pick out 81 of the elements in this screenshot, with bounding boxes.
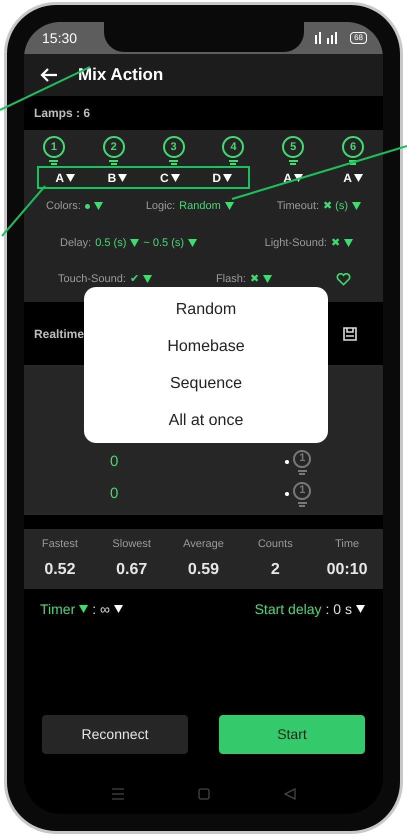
lamp-number: 5: [290, 142, 296, 152]
back-arrow-icon[interactable]: [40, 67, 58, 83]
stat-value: 0.67: [116, 560, 148, 580]
menu-option[interactable]: All at once: [84, 408, 328, 432]
stat-value: 0.59: [188, 560, 220, 580]
stat-label: Counts: [258, 536, 293, 552]
screen-title: Mix Action: [78, 64, 164, 86]
setting-label: Timeout:: [276, 199, 320, 214]
stat-value: 00:10: [326, 560, 368, 580]
caret-icon: [224, 202, 234, 210]
setting-control[interactable]: Timeout: ✖ (s): [276, 198, 361, 214]
group-selector[interactable]: A: [55, 168, 75, 186]
caret-icon: [222, 174, 232, 182]
setting-value: ✖: [250, 272, 259, 287]
caret-icon: [170, 174, 180, 182]
menu-option[interactable]: Random: [84, 298, 328, 322]
lamps-count: Lamps : 6: [34, 105, 90, 122]
lamp-number: 4: [230, 142, 236, 152]
reaction-value: 0: [110, 484, 118, 504]
setting-value: ~ 0.5 (s): [143, 236, 184, 250]
setting-control[interactable]: Light-Sound: ✖: [264, 234, 353, 251]
setting-label: Light-Sound:: [264, 236, 327, 250]
lamp-number: 3: [170, 142, 177, 152]
setting-control[interactable]: Flash: ✖: [216, 271, 272, 288]
stat-label: Average: [183, 536, 224, 552]
start-delay-control[interactable]: Start delay : 0 s: [254, 598, 365, 620]
timer-control[interactable]: Timer : ∞: [40, 598, 124, 620]
setting-label: Colors:: [46, 199, 81, 214]
caret-icon: [79, 605, 88, 613]
reconnect-button[interactable]: Reconnect: [42, 715, 188, 754]
setting-value: ✖ (s): [323, 199, 348, 214]
caret-icon: [130, 238, 140, 247]
caret-icon: [142, 275, 152, 284]
setting-control[interactable]: Colors:: [46, 198, 103, 214]
save-icon[interactable]: [343, 326, 357, 340]
bullet-icon: [285, 492, 290, 496]
battery-indicator: 68: [350, 32, 367, 44]
status-time: 15:30: [42, 28, 78, 48]
lamp-number: 2: [110, 142, 117, 152]
caret-icon: [294, 174, 304, 182]
realtime-title: Realtime: [34, 326, 84, 342]
caret-icon: [114, 605, 124, 613]
caret-icon: [94, 202, 103, 210]
setting-value: 0.5 (s): [95, 236, 126, 250]
setting-control[interactable]: Touch-Sound: ✔: [58, 271, 152, 288]
setting-value: ✖: [331, 236, 340, 250]
setting-label: Flash:: [216, 272, 246, 287]
caret-icon: [356, 605, 365, 613]
caret-icon: [66, 174, 75, 182]
setting-control[interactable]: Delay: 0.5 (s) ~ 0.5 (s): [60, 234, 198, 251]
start-button[interactable]: Start: [219, 715, 365, 754]
stat-label: Time: [335, 536, 360, 552]
caret-icon: [352, 202, 361, 210]
caret-icon: [344, 238, 353, 247]
stat-label: Fastest: [42, 536, 78, 552]
setting-control[interactable]: Logic: Random: [146, 198, 234, 214]
setting-label: Touch-Sound:: [58, 272, 126, 287]
reaction-value: 0: [110, 452, 118, 472]
lamp-number: 6: [350, 142, 356, 152]
setting-value: Random: [179, 199, 221, 214]
setting-value: ✔: [130, 272, 139, 287]
stat-value: 2: [270, 560, 280, 580]
bullet-icon: [285, 460, 290, 464]
caret-icon: [354, 174, 363, 182]
lamp-number: 1: [299, 453, 306, 464]
lamp-number: 1: [50, 142, 57, 152]
caret-icon: [188, 238, 198, 247]
caret-icon: [118, 174, 128, 182]
setting-label: Logic:: [146, 199, 176, 214]
group-selector[interactable]: B: [108, 168, 128, 186]
menu-option[interactable]: Sequence: [84, 372, 328, 396]
caret-icon: [262, 275, 272, 284]
menu-option[interactable]: Homebase: [84, 334, 328, 358]
setting-label: Delay:: [60, 236, 92, 250]
stat-label: Slowest: [112, 536, 151, 552]
group-selector[interactable]: D: [212, 168, 232, 186]
heart-icon[interactable]: [336, 272, 351, 286]
lamp-number: 1: [299, 485, 306, 496]
group-selector[interactable]: C: [160, 168, 180, 186]
stat-value: 0.52: [44, 560, 76, 580]
group-selector[interactable]: A: [343, 168, 363, 186]
